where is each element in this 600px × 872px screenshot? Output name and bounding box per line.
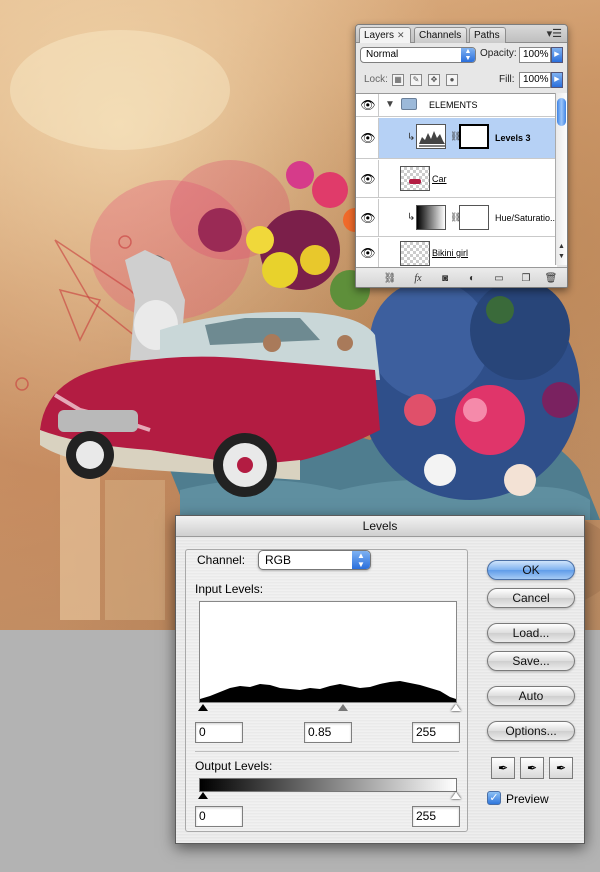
add-mask-icon[interactable]: ◙ (438, 272, 452, 286)
channel-value: RGB (265, 553, 292, 567)
car-thumbnail-icon (409, 179, 421, 184)
clipping-arrow-icon: ↳ (407, 212, 416, 223)
gamma-slider[interactable] (338, 704, 348, 711)
panel-menu-icon[interactable]: ▾☰ (547, 27, 562, 40)
hue-saturation-thumbnail (416, 205, 446, 230)
channel-label: Channel: (197, 553, 246, 567)
layer-name: Car (432, 174, 447, 184)
white-eyedropper-icon[interactable]: ✒ (549, 757, 573, 779)
layer-name: Levels 3 (495, 133, 531, 143)
output-black-slider[interactable] (198, 792, 208, 799)
eye-icon[interactable]: 👁 (359, 244, 377, 262)
select-arrows-icon: ▲ ▼ (352, 551, 370, 569)
opacity-input[interactable]: 100% (519, 47, 551, 63)
lock-transparency-icon[interactable]: ▦ (392, 74, 404, 86)
layer-row-hue-saturation[interactable]: 👁 ↳ ⛓ Hue/Saturatio... (356, 199, 558, 237)
tab-channels-label: Channels (419, 30, 462, 41)
scrollbar-thumb[interactable] (557, 98, 566, 126)
ok-button[interactable]: OK (487, 560, 575, 580)
layer-row-bikini-girl[interactable]: 👁 Bikini girl (356, 238, 557, 268)
layer-style-fx-icon[interactable]: fx (411, 272, 425, 286)
close-icon[interactable]: ✕ (397, 30, 405, 40)
levels-dialog: Levels Channel: RGB ▲ ▼ Input Levels: 0 0… (175, 515, 585, 844)
new-group-icon[interactable]: ▭ (492, 272, 506, 286)
layer-name: Hue/Saturatio... (495, 213, 558, 223)
output-gradient-bar (199, 778, 457, 792)
tab-channels[interactable]: Channels (414, 27, 467, 43)
auto-button[interactable]: Auto (487, 686, 575, 706)
black-eyedropper-icon[interactable]: ✒ (491, 757, 515, 779)
layer-name: ELEMENTS (429, 100, 478, 110)
input-levels-label: Input Levels: (195, 582, 264, 596)
fill-label: Fill: (499, 74, 515, 85)
fill-slider-arrow-icon[interactable]: ▶ (551, 72, 563, 88)
layer-mask-thumbnail[interactable] (459, 205, 489, 230)
eye-icon[interactable]: 👁 (359, 209, 377, 227)
lock-position-icon[interactable]: ✥ (428, 74, 440, 86)
blend-mode-select[interactable]: Normal ▲ ▼ (360, 47, 476, 63)
layers-panel: Layers ✕ Channels Paths ▾☰ Normal ▲ ▼ Opac… (355, 24, 568, 288)
options-button[interactable]: Options... (487, 721, 575, 741)
output-black-field[interactable]: 0 (195, 806, 243, 827)
bikini-girl-thumbnail (400, 241, 430, 266)
lock-label: Lock: (364, 74, 388, 85)
black-point-slider[interactable] (198, 704, 208, 711)
tab-paths[interactable]: Paths (469, 27, 506, 43)
disclosure-triangle-icon[interactable]: ▼ (385, 99, 395, 110)
blend-mode-value: Normal (366, 49, 399, 60)
load-button[interactable]: Load... (487, 623, 575, 643)
new-layer-icon[interactable]: ❐ (519, 272, 533, 286)
opacity-label: Opacity: (480, 48, 517, 59)
fill-input[interactable]: 100% (519, 72, 551, 88)
dialog-title[interactable]: Levels (176, 516, 584, 537)
channel-select[interactable]: RGB ▲ ▼ (258, 550, 371, 570)
input-black-field[interactable]: 0 (195, 722, 243, 743)
save-button[interactable]: Save... (487, 651, 575, 671)
tab-paths-label: Paths (474, 30, 500, 41)
preview-checkbox[interactable]: ✓ (487, 791, 501, 805)
scroll-up-arrow-icon[interactable]: ▲ (558, 243, 565, 250)
divider (195, 751, 459, 752)
layers-scrollbar[interactable]: ▲ ▼ (555, 93, 567, 265)
trash-icon[interactable]: 🗑 (544, 272, 558, 286)
input-white-field[interactable]: 255 (412, 722, 460, 743)
eye-icon[interactable]: 👁 (359, 170, 377, 188)
clipping-arrow-icon: ↳ (407, 132, 416, 143)
white-point-slider[interactable] (451, 704, 461, 711)
layer-name: Bikini girl (432, 248, 469, 258)
eye-icon[interactable]: 👁 (359, 96, 377, 114)
output-white-slider[interactable] (451, 792, 461, 799)
cancel-button[interactable]: Cancel (487, 588, 575, 608)
panel-tab-bar: Layers ✕ Channels Paths ▾☰ (356, 25, 567, 43)
preview-label[interactable]: Preview (506, 792, 549, 806)
folder-icon (401, 98, 417, 110)
lock-image-icon[interactable]: ✎ (410, 74, 422, 86)
tab-layers-label: Layers (364, 30, 395, 41)
input-gamma-field[interactable]: 0.85 (304, 722, 352, 743)
select-arrows-icon: ▲ ▼ (461, 48, 475, 62)
eye-icon[interactable]: 👁 (359, 129, 377, 147)
layer-row-elements[interactable]: 👁 ▼ ELEMENTS (356, 94, 557, 117)
tab-layers[interactable]: Layers ✕ (359, 27, 411, 43)
output-white-field[interactable]: 255 (412, 806, 460, 827)
lock-row: Lock: ▦ ✎ ✥ ● Fill: 100% ▶ (356, 69, 567, 91)
histogram-icon (419, 131, 445, 147)
link-layers-icon[interactable]: ⛓ (383, 272, 397, 286)
layer-row-car[interactable]: 👁 Car (356, 160, 557, 198)
gray-eyedropper-icon[interactable]: ✒ (520, 757, 544, 779)
car-layer-thumbnail (400, 166, 430, 191)
adjustment-layer-icon[interactable]: ◐ (465, 272, 479, 286)
layer-row-levels-3[interactable]: 👁 ↳ ⛓ Levels 3 (356, 118, 557, 159)
layers-list: 👁 ▼ ELEMENTS 👁 ↳ ⛓ Levels 3 👁 Car 👁 ↳ ⛓ … (356, 93, 558, 268)
blend-row: Normal ▲ ▼ Opacity: 100% ▶ (356, 44, 567, 66)
layers-panel-toolbar: ⛓ fx ◙ ◐ ▭ ❐ 🗑 (356, 267, 567, 287)
histogram (199, 601, 457, 703)
opacity-slider-arrow-icon[interactable]: ▶ (551, 47, 563, 63)
histogram-graph (200, 681, 456, 702)
layer-mask-thumbnail[interactable] (459, 124, 489, 149)
scroll-down-arrow-icon[interactable]: ▼ (558, 253, 565, 260)
lock-all-icon[interactable]: ● (446, 74, 458, 86)
output-levels-label: Output Levels: (195, 759, 273, 773)
levels-adjustment-thumbnail (416, 124, 446, 149)
